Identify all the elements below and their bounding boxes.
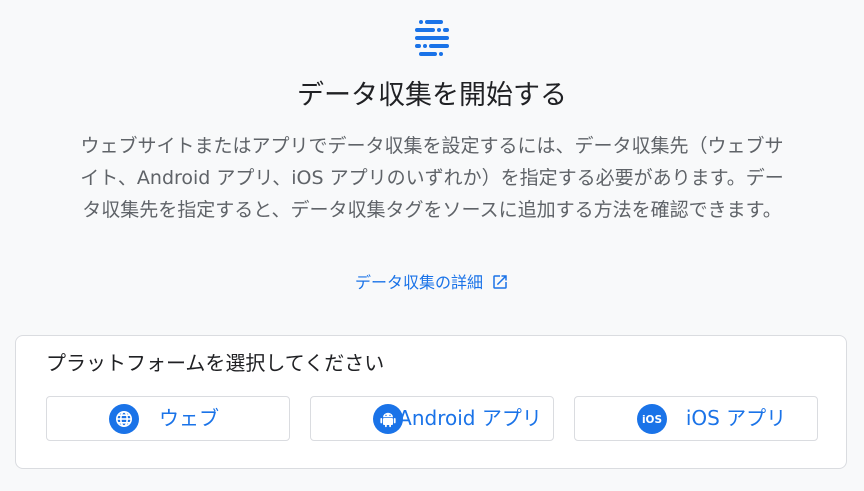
platform-card-title: プラットフォームを選択してください xyxy=(46,351,385,375)
learn-more-label: データ収集の詳細 xyxy=(354,273,483,292)
globe-icon xyxy=(109,404,139,434)
ios-platform-label: iOS アプリ xyxy=(685,406,787,430)
learn-more-link[interactable]: データ収集の詳細 xyxy=(0,270,864,296)
page: データ収集を開始する ウェブサイトまたはアプリでデータ収集を設定するには、データ… xyxy=(0,0,864,491)
platform-select-card: プラットフォームを選択してください ウェブ Android アプリ iOS iO… xyxy=(15,335,847,469)
android-platform-button[interactable]: Android アプリ xyxy=(310,396,554,441)
intro-description: ウェブサイトまたはアプリでデータ収集を設定するには、データ収集先（ウェブサイト、… xyxy=(80,135,784,221)
ios-platform-button[interactable]: iOS iOS アプリ xyxy=(574,396,818,441)
web-platform-label: ウェブ xyxy=(159,406,219,430)
web-platform-button[interactable]: ウェブ xyxy=(46,396,290,441)
page-title: データ収集を開始する xyxy=(297,80,567,111)
open-in-new-icon xyxy=(493,275,507,289)
android-platform-label: Android アプリ xyxy=(398,406,542,430)
data-stream-icon xyxy=(415,20,449,56)
